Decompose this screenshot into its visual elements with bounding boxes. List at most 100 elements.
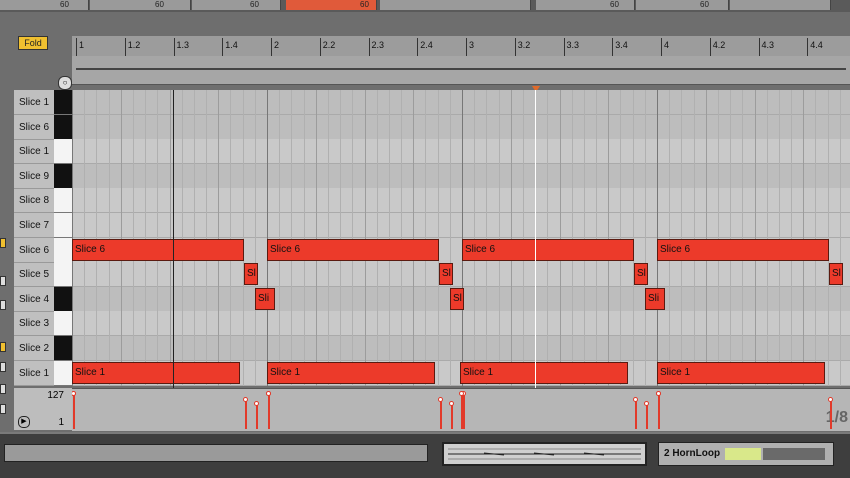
key-label[interactable]: Slice 1 — [14, 361, 54, 386]
velocity-stem[interactable] — [451, 405, 453, 429]
side-toggle[interactable] — [0, 362, 6, 372]
key-label[interactable]: Slice 3 — [14, 311, 54, 336]
top-cell[interactable] — [0, 0, 89, 10]
velocity-handle[interactable] — [266, 391, 271, 396]
key-label[interactable]: Slice 9 — [14, 164, 54, 189]
playhead-line — [535, 90, 536, 430]
velocity-handle[interactable] — [438, 397, 443, 402]
side-toggle[interactable] — [0, 342, 6, 352]
note-lane[interactable] — [72, 164, 850, 189]
velocity-handle[interactable] — [656, 391, 661, 396]
midi-note[interactable]: Sl — [829, 263, 843, 285]
midi-note[interactable]: Sl — [439, 263, 453, 285]
top-cell[interactable] — [636, 0, 729, 10]
midi-note[interactable]: Slice 6 — [462, 239, 634, 261]
key-label[interactable]: Slice 7 — [14, 213, 54, 238]
play-icon[interactable]: ▶ — [18, 416, 30, 428]
midi-note[interactable]: Slice 1 — [460, 362, 628, 384]
ruler-label: 1 — [79, 40, 85, 50]
note-grid[interactable]: Slice 6 Slice 6 Slice 6 Slice 6 Sl Sl Sl Sl Sli S… — [72, 90, 850, 386]
key-label[interactable]: Slice 1 — [14, 139, 54, 164]
piano-key[interactable] — [54, 311, 72, 336]
velocity-handle[interactable] — [243, 397, 248, 402]
piano-key[interactable] — [54, 262, 72, 287]
midi-note[interactable]: Sli — [645, 288, 665, 310]
piano-key[interactable] — [54, 188, 72, 213]
velocity-stem[interactable] — [245, 401, 247, 429]
note-lane[interactable] — [72, 139, 850, 164]
piano-key[interactable] — [54, 287, 72, 312]
top-cell[interactable] — [730, 0, 831, 10]
top-cell[interactable] — [380, 0, 531, 10]
velocity-stem[interactable] — [461, 395, 463, 429]
midi-note[interactable]: Slice 6 — [267, 239, 439, 261]
velocity-stem[interactable] — [635, 401, 637, 429]
clip-overview[interactable] — [442, 442, 647, 466]
midi-note[interactable]: Slice 1 — [72, 362, 240, 384]
midi-note[interactable]: Slice 1 — [657, 362, 825, 384]
midi-note[interactable]: Slice 1 — [267, 362, 435, 384]
piano-key[interactable] — [54, 361, 72, 386]
note-lane[interactable] — [72, 336, 850, 361]
velocity-handle[interactable] — [644, 401, 649, 406]
note-lane[interactable] — [72, 90, 850, 115]
top-cell[interactable] — [536, 0, 635, 10]
top-cell[interactable] — [192, 0, 281, 10]
fold-button[interactable]: Fold — [18, 36, 48, 50]
note-lane[interactable] — [72, 262, 850, 287]
midi-note[interactable]: Sl — [634, 263, 648, 285]
timeline-ruler[interactable]: 1 1.2 1.3 1.4 2 2.2 2.3 2.4 3 3.2 3.3 3.4 4 4.2 4.3 4.4 — [72, 36, 850, 57]
key-label[interactable]: Slice 6 — [14, 115, 54, 140]
key-label[interactable]: Slice 4 — [14, 287, 54, 312]
key-label[interactable]: Slice 5 — [14, 262, 54, 287]
velocity-stem[interactable] — [646, 405, 648, 429]
key-label[interactable]: Slice 6 — [14, 238, 54, 263]
velocity-stem[interactable] — [268, 395, 270, 429]
velocity-handle[interactable] — [254, 401, 259, 406]
key-label[interactable]: Slice 8 — [14, 188, 54, 213]
top-value: 60 — [700, 0, 709, 9]
note-lane[interactable] — [72, 115, 850, 140]
piano-key[interactable] — [54, 90, 72, 115]
side-toggle[interactable] — [0, 238, 6, 248]
velocity-lane[interactable]: 1/8 — [72, 388, 850, 431]
velocity-stem[interactable] — [256, 405, 258, 429]
midi-note[interactable]: Sl — [450, 288, 464, 310]
velocity-stem[interactable] — [463, 395, 465, 429]
midi-note[interactable]: Sl — [244, 263, 258, 285]
loop-brace[interactable] — [76, 68, 846, 70]
side-toggle[interactable] — [0, 404, 6, 414]
velocity-stem[interactable] — [658, 395, 660, 429]
side-toggle[interactable] — [0, 300, 6, 310]
piano-key[interactable] — [54, 164, 72, 189]
loop-strip[interactable] — [72, 56, 850, 85]
piano-key[interactable] — [54, 139, 72, 164]
piano-key[interactable] — [54, 115, 72, 140]
key-label[interactable]: Slice 2 — [14, 336, 54, 361]
note-lane[interactable] — [72, 311, 850, 336]
velocity-handle[interactable] — [633, 397, 638, 402]
side-toggle[interactable] — [0, 276, 6, 286]
velocity-stem[interactable] — [830, 401, 832, 429]
midi-note[interactable]: Sli — [255, 288, 275, 310]
key-label[interactable]: Slice 1 — [14, 90, 54, 115]
side-toggle[interactable] — [0, 384, 6, 394]
top-cell[interactable] — [90, 0, 191, 10]
note-lane[interactable] — [72, 188, 850, 213]
piano-key[interactable] — [54, 336, 72, 361]
piano-key[interactable] — [54, 238, 72, 263]
velocity-handle[interactable] — [459, 391, 464, 396]
grid-line — [230, 90, 231, 386]
velocity-handle[interactable] — [449, 401, 454, 406]
grid-line — [767, 90, 768, 386]
headphone-icon[interactable]: ○ — [58, 76, 72, 90]
velocity-stem[interactable] — [73, 395, 75, 429]
note-lane[interactable] — [72, 213, 850, 238]
velocity-handle[interactable] — [828, 397, 833, 402]
piano-key[interactable] — [54, 213, 72, 238]
velocity-handle[interactable] — [72, 391, 76, 396]
midi-note[interactable]: Slice 6 — [657, 239, 829, 261]
midi-note[interactable]: Slice 6 — [72, 239, 244, 261]
velocity-stem[interactable] — [440, 401, 442, 429]
horizontal-scrollbar[interactable] — [4, 444, 428, 462]
